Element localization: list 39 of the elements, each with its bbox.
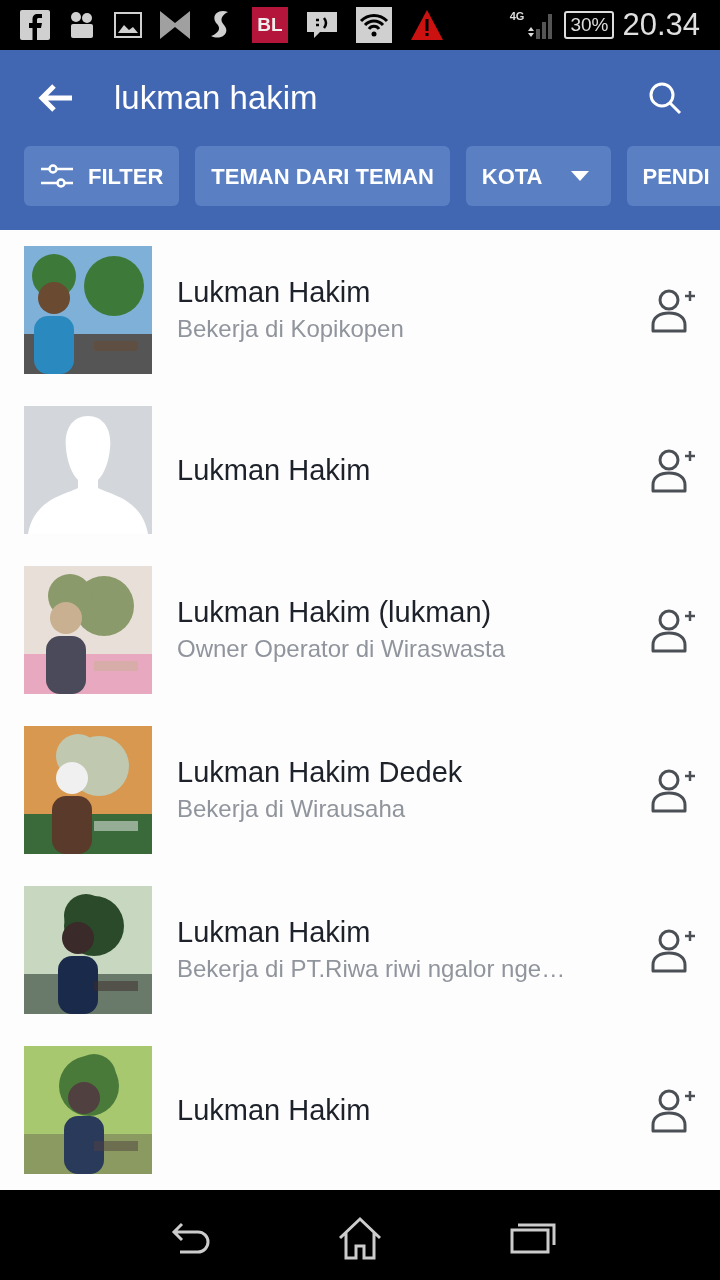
add-friend-icon[interactable] (650, 927, 696, 973)
app-badge: BL (252, 7, 288, 43)
sliders-icon (40, 164, 74, 188)
person-name[interactable]: Lukman Hakim (177, 1091, 371, 1129)
warning-icon (410, 9, 444, 41)
wifi-icon (356, 7, 392, 43)
person-name[interactable]: Lukman Hakim (177, 451, 371, 489)
search-query[interactable]: lukman hakim (114, 73, 648, 123)
video-camera-icon (68, 10, 96, 40)
filter-button[interactable]: FILTER (24, 146, 180, 206)
person-name[interactable]: Lukman Hakim (lukman) (177, 593, 492, 631)
person-detail: Bekerja di Kopikopen (177, 314, 404, 344)
image-icon (114, 12, 142, 38)
add-friend-icon[interactable] (650, 447, 696, 493)
filter-chip[interactable]: TEMAN DARI TEMAN (195, 146, 450, 206)
caret-icon (570, 171, 589, 181)
filter-chip[interactable]: PENDI (626, 146, 720, 206)
battery-indicator: 30% (564, 11, 615, 39)
home-icon[interactable] (337, 1216, 383, 1260)
add-friend-icon[interactable] (650, 767, 696, 813)
person-name[interactable]: Lukman Hakim (177, 913, 371, 951)
filter-chip[interactable]: KOTA (465, 146, 611, 206)
chat-icon (306, 11, 338, 39)
signal-icon (526, 11, 553, 39)
add-friend-icon[interactable] (650, 607, 696, 653)
search-icon[interactable] (648, 81, 682, 115)
person-detail: Bekerja di PT.Riwa riwi ngalor nge… (177, 954, 566, 984)
person-detail: Bekerja di Wirausaha (177, 794, 406, 824)
add-friend-icon[interactable] (650, 1087, 696, 1133)
person-name[interactable]: Lukman Hakim Dedek (177, 753, 463, 791)
person-detail: Owner Operator di Wiraswasta (177, 634, 506, 664)
back-arrow-icon[interactable] (38, 84, 74, 112)
clock-time: 20.34 (622, 5, 700, 44)
facebook-icon (20, 10, 50, 40)
bowtie-icon (160, 11, 190, 39)
person-name[interactable]: Lukman Hakim (177, 273, 371, 311)
add-friend-icon[interactable] (650, 287, 696, 333)
recent-apps-icon[interactable] (510, 1222, 557, 1254)
network-type: 4G (509, 8, 525, 24)
